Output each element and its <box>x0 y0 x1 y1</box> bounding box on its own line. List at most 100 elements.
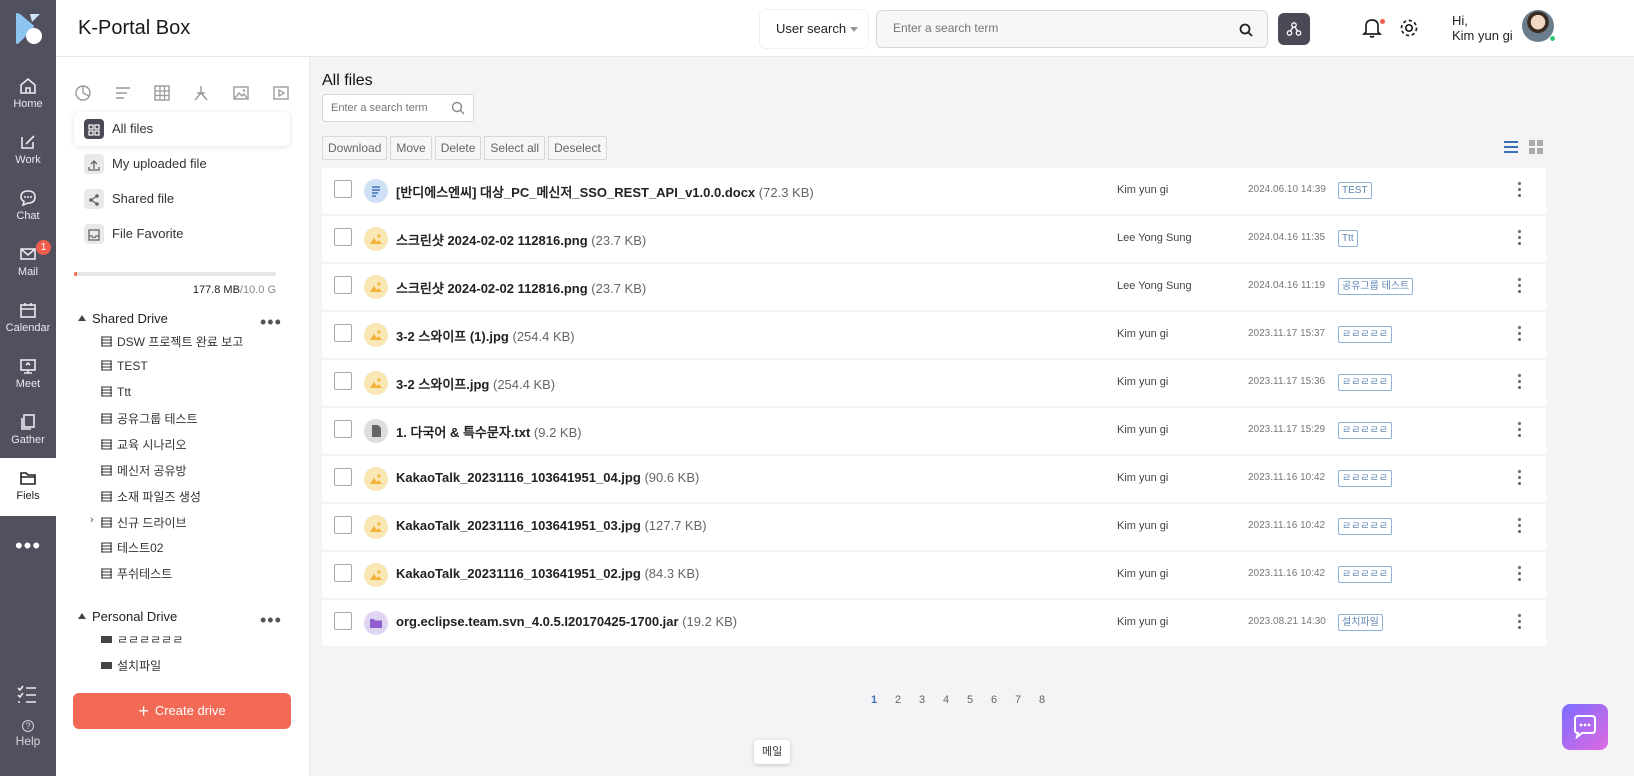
personal-drive-header[interactable]: Personal Drive <box>78 609 177 624</box>
rail-item-mail[interactable]: Mail 1 <box>0 234 56 292</box>
select-all-button[interactable]: Select all <box>484 136 546 160</box>
file-checkbox[interactable] <box>334 564 352 582</box>
shared-drive-header[interactable]: Shared Drive <box>78 311 168 326</box>
more-vertical-icon[interactable] <box>1518 470 1522 486</box>
search-type-select[interactable]: User search <box>760 10 868 48</box>
global-search-input[interactable] <box>893 21 1223 35</box>
file-row[interactable]: [반디에스엔씨] 대상_PC_메신저_SSO_REST_API_v1.0.0.d… <box>322 168 1546 214</box>
more-vertical-icon[interactable] <box>1518 326 1522 342</box>
video-filter-icon[interactable] <box>272 84 290 102</box>
file-checkbox[interactable] <box>334 612 352 630</box>
file-name[interactable]: KakaoTalk_20231116_103641951_03.jpg (127… <box>396 518 707 533</box>
pdf-filter-icon[interactable] <box>192 84 210 102</box>
list-view-icon[interactable] <box>1503 140 1519 154</box>
file-row[interactable]: 스크린샷 2024-02-02 112816.png (23.7 KB) Lee … <box>322 216 1546 262</box>
file-tag[interactable]: ㄹㄹㄹㄹㄹ <box>1338 422 1392 439</box>
page-link[interactable]: 1 <box>862 694 886 706</box>
page-link[interactable]: 8 <box>1030 694 1054 706</box>
file-row[interactable]: KakaoTalk_20231116_103641951_04.jpg (90.… <box>322 456 1546 502</box>
rail-item-meet[interactable]: Meet <box>0 346 56 404</box>
move-button[interactable]: Move <box>390 136 432 160</box>
file-row[interactable]: org.eclipse.team.svn_4.0.5.I20170425-170… <box>322 600 1546 646</box>
recent-filter-icon[interactable] <box>74 84 92 102</box>
rail-item-work[interactable]: Work <box>0 122 56 180</box>
grid-view-icon[interactable] <box>1529 140 1543 154</box>
more-vertical-icon[interactable] <box>1518 230 1522 246</box>
app-logo-icon[interactable] <box>12 12 44 46</box>
help-button[interactable]: ? Help <box>0 720 56 748</box>
shared-drive-more-button[interactable]: ••• <box>260 313 282 331</box>
personal-drive-more-button[interactable]: ••• <box>260 611 282 629</box>
file-name[interactable]: KakaoTalk_20231116_103641951_04.jpg (90.… <box>396 470 699 485</box>
file-row[interactable]: 1. 다국어 & 특수문자.txt (9.2 KB) Kim yun gi 2023… <box>322 408 1546 454</box>
page-link[interactable]: 3 <box>910 694 934 706</box>
file-row[interactable]: KakaoTalk_20231116_103641951_02.jpg (84.… <box>322 552 1546 598</box>
shared-drive-item[interactable]: › 신규 드라이브 <box>90 514 187 531</box>
file-tag[interactable]: 설치파일 <box>1338 614 1383 631</box>
rail-item-gather[interactable]: Gather <box>0 402 56 460</box>
file-tag[interactable]: ㄹㄹㄹㄹㄹ <box>1338 566 1392 583</box>
page-link[interactable]: 4 <box>934 694 958 706</box>
personal-drive-item[interactable]: 설치파일 <box>100 657 161 674</box>
nav-my-uploaded[interactable]: My uploaded file <box>74 147 290 181</box>
file-checkbox[interactable] <box>334 180 352 198</box>
nav-file-favorite[interactable]: File Favorite <box>74 217 290 251</box>
file-tag[interactable]: 공유그룹 테스트 <box>1338 278 1414 295</box>
shared-drive-item[interactable]: 교육 시나리오 <box>100 436 187 453</box>
create-drive-button[interactable]: + Create drive <box>73 693 291 729</box>
rail-item-home[interactable]: Home <box>0 66 56 124</box>
file-checkbox[interactable] <box>334 420 352 438</box>
search-icon[interactable] <box>451 101 465 115</box>
more-vertical-icon[interactable] <box>1518 278 1522 294</box>
rail-item-files[interactable]: Fiels <box>0 458 56 516</box>
shared-drive-item[interactable]: TEST <box>100 359 148 373</box>
chatbot-button[interactable] <box>1562 704 1608 750</box>
nav-all-files[interactable]: All files <box>74 112 290 146</box>
shared-drive-item[interactable]: 테스트02 <box>100 539 163 556</box>
file-tag[interactable]: TEST <box>1338 182 1372 199</box>
page-link[interactable]: 6 <box>982 694 1006 706</box>
notification-bell-icon[interactable] <box>1362 17 1382 39</box>
file-tag[interactable]: Ttt <box>1338 230 1358 247</box>
file-name[interactable]: 스크린샷 2024-02-02 112816.png (23.7 KB) <box>396 230 646 249</box>
file-checkbox[interactable] <box>334 228 352 246</box>
more-vertical-icon[interactable] <box>1518 566 1522 582</box>
spreadsheet-filter-icon[interactable] <box>153 84 171 102</box>
page-link[interactable]: 2 <box>886 694 910 706</box>
file-checkbox[interactable] <box>334 516 352 534</box>
shared-drive-item[interactable]: Ttt <box>100 385 131 399</box>
more-vertical-icon[interactable] <box>1518 614 1522 630</box>
more-vertical-icon[interactable] <box>1518 182 1522 198</box>
shared-drive-item[interactable]: 메신저 공유방 <box>100 462 187 479</box>
personal-drive-item[interactable]: ㄹㄹㄹㄹㄹㄹ <box>100 631 183 648</box>
delete-button[interactable]: Delete <box>434 136 482 160</box>
rail-item-chat[interactable]: Chat <box>0 178 56 236</box>
rail-item-calendar[interactable]: Calendar <box>0 290 56 348</box>
file-name[interactable]: [반디에스엔씨] 대상_PC_메신저_SSO_REST_API_v1.0.0.d… <box>396 182 814 201</box>
rail-more-button[interactable]: ••• <box>0 535 56 557</box>
file-row[interactable]: 3-2 스와이프 (1).jpg (254.4 KB) Kim yun gi 202… <box>322 312 1546 358</box>
file-search-input[interactable] <box>331 102 449 114</box>
page-link[interactable]: 7 <box>1006 694 1030 706</box>
search-icon[interactable] <box>1239 23 1253 37</box>
shared-drive-item[interactable]: DSW 프로젝트 완료 보고 <box>100 333 243 350</box>
file-tag[interactable]: ㄹㄹㄹㄹㄹ <box>1338 326 1392 343</box>
file-tag[interactable]: ㄹㄹㄹㄹㄹ <box>1338 518 1392 535</box>
file-name[interactable]: 1. 다국어 & 특수문자.txt (9.2 KB) <box>396 422 582 441</box>
deselect-button[interactable]: Deselect <box>548 136 607 160</box>
image-filter-icon[interactable] <box>232 84 250 102</box>
gear-icon[interactable] <box>1398 17 1420 39</box>
document-filter-icon[interactable] <box>114 84 132 102</box>
nav-shared-file[interactable]: Shared file <box>74 182 290 216</box>
org-chart-button[interactable] <box>1278 13 1310 45</box>
file-checkbox[interactable] <box>334 468 352 486</box>
shared-drive-item[interactable]: 공유그룹 테스트 <box>100 410 198 427</box>
file-checkbox[interactable] <box>334 276 352 294</box>
file-name[interactable]: KakaoTalk_20231116_103641951_02.jpg (84.… <box>396 566 699 581</box>
page-link[interactable]: 5 <box>958 694 982 706</box>
task-list-icon[interactable] <box>16 684 38 704</box>
file-name[interactable]: 3-2 스와이프 (1).jpg (254.4 KB) <box>396 326 575 345</box>
shared-drive-item[interactable]: 푸쉬테스트 <box>100 565 172 582</box>
file-row[interactable]: 3-2 스와이프.jpg (254.4 KB) Kim yun gi 2023.11… <box>322 360 1546 406</box>
file-row[interactable]: KakaoTalk_20231116_103641951_03.jpg (127… <box>322 504 1546 550</box>
